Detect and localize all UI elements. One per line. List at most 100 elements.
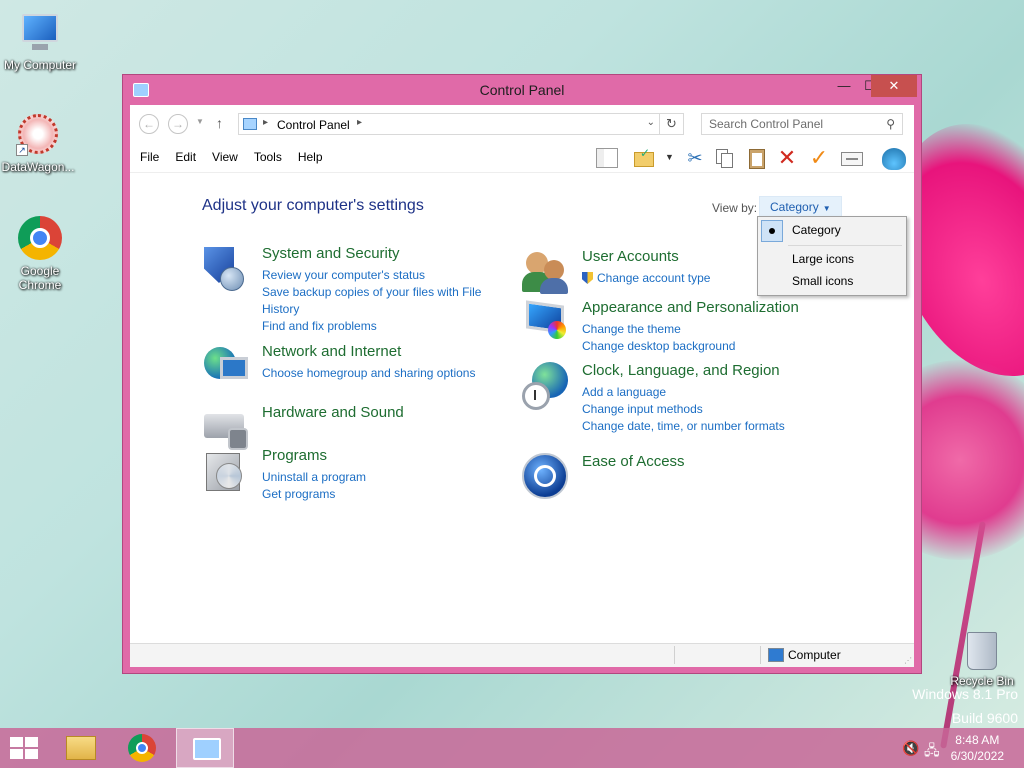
desktop-icon-datawagon[interactable]: ↗ DataWagon... [0,112,76,174]
recent-locations-icon[interactable]: ▼ [196,117,204,126]
ease-of-access-icon[interactable] [522,453,570,501]
view-by-dropdown[interactable]: Category ▼ [759,196,842,218]
view-option-small-icons[interactable]: Small icons [792,274,853,288]
checkmark-icon[interactable]: ✓ [808,147,830,169]
category-title[interactable]: System and Security [262,245,400,262]
control-panel-icon [193,738,221,760]
desktop-icon-label: My Computer [3,58,77,72]
layout-pane-icon[interactable] [596,148,618,168]
chevron-down-icon: ▼ [822,204,831,213]
taskbar: 🔇 🖧 8:48 AM 6/30/2022 [0,728,1024,768]
desktop-icon-chrome[interactable]: Google Chrome [2,216,78,292]
shield-icon[interactable] [202,245,250,293]
menu-file[interactable]: File [132,150,167,164]
category-title[interactable]: Network and Internet [262,343,401,360]
category-title[interactable]: Ease of Access [582,453,685,470]
breadcrumb-control-panel[interactable]: Control Panel [277,118,350,132]
taskbar-file-explorer[interactable] [52,728,110,768]
link-homegroup[interactable]: Choose homegroup and sharing options [262,365,512,382]
folder-options-icon[interactable]: ✓ [633,146,655,168]
up-arrow-icon[interactable]: ↑ [216,115,223,131]
link-find-fix-problems[interactable]: Find and fix problems [262,318,512,335]
clock-globe-icon[interactable] [522,362,570,410]
desktop-icon-label: DataWagon... [1,160,75,174]
network-icon[interactable]: 🖧 [924,740,940,764]
start-button[interactable] [8,736,40,760]
printer-speaker-icon[interactable] [202,404,250,452]
view-option-large-icons[interactable]: Large icons [792,252,854,266]
link-text: Change account type [597,271,711,285]
navigation-bar: ← → ▼ ↑ ▸ Control Panel ▸ ⌄ ↻ ⚲ [130,105,914,143]
menu-toolbar-row: File Edit View Tools Help ✓ ▼ ✂ ✕ ✓ [130,143,914,173]
window-client: ← → ▼ ↑ ▸ Control Panel ▸ ⌄ ↻ ⚲ File Edi… [130,105,914,667]
folder-icon [66,736,96,760]
volume-muted-icon[interactable]: 🔇 [902,740,919,757]
cut-icon[interactable]: ✂ [684,148,706,168]
build-watermark: Build 9600 [951,710,1018,726]
chevron-right-icon[interactable]: ▸ [263,117,268,128]
search-box[interactable]: ⚲ [701,113,903,135]
resize-grip[interactable]: ⋰ [904,656,912,665]
category-title[interactable]: Clock, Language, and Region [582,362,780,379]
link-file-history[interactable]: Save backup copies of your files with Fi… [262,284,492,318]
clock-time: 8:48 AM [955,733,1000,747]
taskbar-clock[interactable]: 8:48 AM 6/30/2022 [951,732,1004,764]
menu-view[interactable]: View [204,150,246,164]
category-title[interactable]: User Accounts [582,248,679,265]
link-review-status[interactable]: Review your computer's status [262,267,512,284]
link-uninstall-program[interactable]: Uninstall a program [262,469,512,486]
programs-disc-icon[interactable] [202,447,250,495]
desktop-icon-recycle-bin[interactable]: Recycle Bin [944,632,1020,688]
category-title[interactable]: Programs [262,447,327,464]
link-desktop-background[interactable]: Change desktop background [582,338,832,355]
users-icon[interactable] [522,248,570,296]
menu-tools[interactable]: Tools [246,150,290,164]
address-bar[interactable]: ▸ Control Panel ▸ ⌄ [238,113,660,135]
taskbar-chrome[interactable] [114,728,172,768]
windows-watermark: Windows 8.1 Pro [912,686,1018,702]
menu-help[interactable]: Help [290,150,331,164]
link-get-programs[interactable]: Get programs [262,486,512,503]
refresh-button[interactable]: ↻ [660,113,684,135]
view-by-value: Category [770,200,819,214]
close-button[interactable]: ✕ [871,75,917,97]
category-title[interactable]: Hardware and Sound [262,404,404,421]
control-panel-icon [243,118,257,130]
link-date-time-formats[interactable]: Change date, time, or number formats [582,418,832,435]
chevron-down-icon[interactable]: ⌄ [647,117,655,128]
window-title: Control Panel [479,82,565,98]
network-globe-icon[interactable] [202,343,250,391]
status-location: Computer [788,648,841,662]
desktop-icon-label: Google Chrome [18,264,62,292]
view-option-category[interactable]: Category [792,223,841,237]
link-change-theme[interactable]: Change the theme [582,321,832,338]
desktop-icon-label: Recycle Bin [950,674,1014,688]
computer-icon [768,648,784,662]
delete-icon[interactable]: ✕ [776,147,798,169]
chevron-down-icon[interactable]: ▼ [665,152,674,162]
properties-icon[interactable] [840,148,863,168]
search-input[interactable] [702,114,872,134]
copy-icon[interactable] [714,148,736,168]
taskbar-control-panel[interactable] [176,728,234,768]
link-input-methods[interactable]: Change input methods [582,401,832,418]
category-title[interactable]: Appearance and Personalization [582,299,799,316]
forward-button[interactable]: → [168,114,188,134]
shell-icon[interactable] [882,148,906,170]
desktop-icon-my-computer[interactable]: My Computer [2,10,78,72]
appearance-monitor-icon[interactable] [522,299,570,347]
search-icon[interactable]: ⚲ [886,117,895,131]
view-by-menu: Category Large icons Small icons [757,216,907,296]
clock-date: 6/30/2022 [950,749,1004,763]
recycle-bin-icon [967,632,997,670]
status-divider [674,646,675,664]
minimize-button[interactable]: — [831,75,857,97]
title-bar[interactable]: Control Panel — ☐ ✕ [123,75,921,105]
link-add-language[interactable]: Add a language [582,384,832,401]
menu-divider [788,245,902,246]
menu-edit[interactable]: Edit [167,150,204,164]
back-button[interactable]: ← [139,114,159,134]
chevron-right-icon[interactable]: ▸ [357,117,362,128]
paste-icon[interactable] [746,148,768,169]
radio-bullet-icon [769,228,775,234]
